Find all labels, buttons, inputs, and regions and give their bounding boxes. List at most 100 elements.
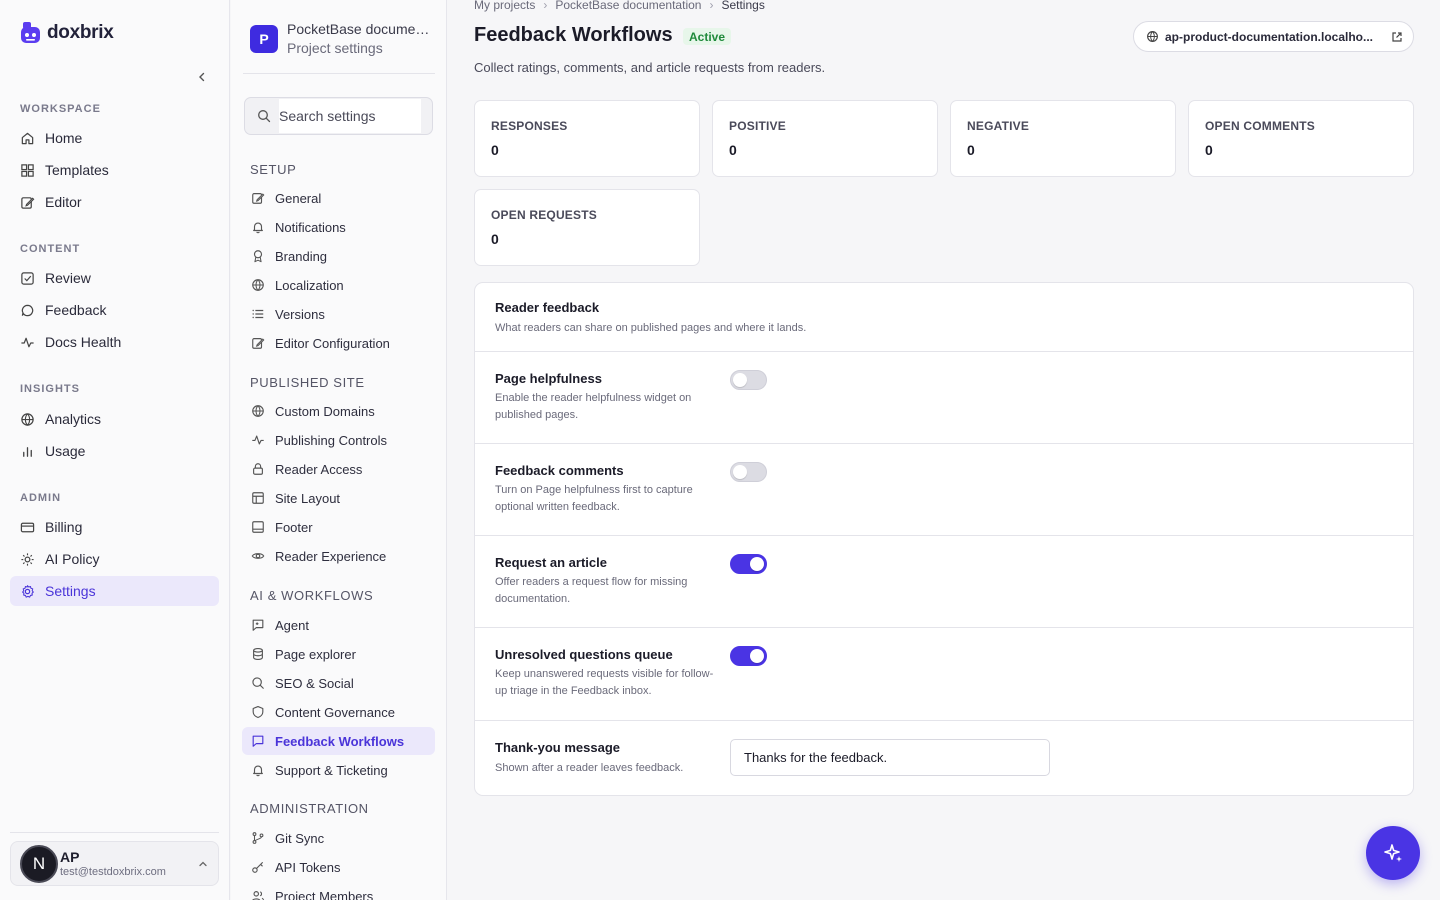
- settings-search-input[interactable]: [279, 99, 421, 133]
- settings-item-api-tokens[interactable]: API Tokens: [242, 853, 435, 881]
- breadcrumb-separator: ›: [709, 0, 714, 12]
- award-icon: [253, 250, 263, 263]
- nav-item-review[interactable]: Review: [10, 263, 219, 293]
- reader-feedback-card: Reader feedback What readers can share o…: [474, 282, 1414, 796]
- main-content: My projects › PocketBase documentation ›…: [448, 0, 1440, 900]
- edit-icon: [252, 193, 265, 204]
- brand[interactable]: doxbrix: [20, 21, 114, 44]
- avatar: N: [20, 845, 58, 883]
- settings-item-label: Publishing Controls: [275, 432, 388, 448]
- nav-section-insights: INSIGHTS: [20, 383, 80, 395]
- settings-item-label: Footer: [275, 519, 313, 535]
- nav-item-billing[interactable]: Billing: [10, 512, 219, 542]
- nav-item-docs-health[interactable]: Docs Health: [10, 327, 219, 357]
- settings-item-label: Feedback Workflows: [275, 733, 405, 749]
- brand-name: doxbrix: [47, 21, 114, 43]
- settings-item-versions[interactable]: Versions: [242, 300, 435, 328]
- gear-icon: [22, 584, 34, 598]
- nav-item-templates[interactable]: Templates: [10, 155, 219, 185]
- setting-description: Offer readers a request flow for missing…: [495, 576, 688, 605]
- toggle-knob: [750, 557, 764, 571]
- nav-item-ai-policy[interactable]: AI Policy: [10, 544, 219, 574]
- settings-item-editor-configuration[interactable]: Editor Configuration: [242, 329, 435, 357]
- stat-label: POSITIVE: [729, 119, 786, 133]
- feedback-comments-toggle[interactable]: [730, 462, 767, 482]
- chevron-up-icon: [199, 861, 207, 867]
- settings-item-custom-domains[interactable]: Custom Domains: [242, 397, 435, 425]
- settings-item-general[interactable]: General: [242, 184, 435, 212]
- nav-item-usage[interactable]: Usage: [10, 436, 219, 466]
- breadcrumb-my-projects[interactable]: My projects: [474, 0, 535, 12]
- bar-chart-icon: [23, 446, 32, 457]
- page-subtitle: Collect ratings, comments, and article r…: [474, 60, 826, 75]
- ai-assistant-button[interactable]: [1366, 826, 1420, 880]
- message-square-icon: [252, 735, 264, 747]
- settings-section-published-site: PUBLISHED SITE: [250, 375, 365, 390]
- setting-title: Unresolved questions queue: [495, 647, 673, 662]
- stat-negative: NEGATIVE 0: [950, 100, 1176, 177]
- nav-item-home[interactable]: Home: [10, 123, 219, 153]
- account-email: test@testdoxbrix.com: [60, 866, 166, 878]
- thank-you-message-input[interactable]: [730, 739, 1050, 776]
- toggle-knob: [733, 465, 747, 479]
- settings-item-seo-social[interactable]: SEO & Social: [242, 669, 435, 697]
- settings-item-label: General: [275, 190, 322, 206]
- settings-item-content-governance[interactable]: Content Governance: [242, 698, 435, 726]
- settings-item-site-layout[interactable]: Site Layout: [242, 484, 435, 512]
- page-title: Feedback Workflows: [474, 24, 673, 46]
- setting-title: Thank-you message: [495, 740, 620, 755]
- database-icon: [253, 648, 263, 660]
- doxbrix-logo-icon: [21, 22, 40, 43]
- stat-label: NEGATIVE: [967, 119, 1030, 133]
- bell-icon: [253, 765, 263, 777]
- request-article-toggle[interactable]: [730, 554, 767, 574]
- settings-item-footer[interactable]: Footer: [242, 513, 435, 541]
- setting-description: Turn on Page helpfulness first to captur…: [495, 484, 693, 513]
- settings-item-label: Reader Access: [275, 461, 363, 477]
- settings-item-label: Branding: [275, 248, 328, 264]
- settings-item-reader-experience[interactable]: Reader Experience: [242, 542, 435, 570]
- settings-item-feedback-workflows[interactable]: Feedback Workflows: [242, 727, 435, 755]
- settings-item-branding[interactable]: Branding: [242, 242, 435, 270]
- breadcrumb-project[interactable]: PocketBase documentation: [555, 0, 701, 12]
- nav-item-analytics[interactable]: Analytics: [10, 404, 219, 434]
- page-helpfulness-toggle[interactable]: [730, 370, 767, 390]
- stat-value: 0: [491, 231, 499, 247]
- settings-item-publishing-controls[interactable]: Publishing Controls: [242, 426, 435, 454]
- settings-item-agent[interactable]: Agent: [242, 611, 435, 639]
- activity-icon: [21, 337, 34, 347]
- home-icon: [21, 132, 34, 144]
- nav-label: Docs Health: [45, 334, 122, 350]
- nav-label: Review: [45, 270, 91, 286]
- settings-item-label: Custom Domains: [275, 403, 375, 419]
- settings-item-git-sync[interactable]: Git Sync: [242, 824, 435, 852]
- stat-label: OPEN COMMENTS: [1205, 119, 1315, 133]
- nav-item-editor[interactable]: Editor: [10, 187, 219, 217]
- nav-label: Editor: [45, 194, 82, 210]
- settings-item-localization[interactable]: Localization: [242, 271, 435, 299]
- settings-item-label: Agent: [275, 617, 309, 633]
- project-name[interactable]: PocketBase documen...: [287, 21, 432, 37]
- nav-item-feedback[interactable]: Feedback: [10, 295, 219, 325]
- toggle-knob: [750, 649, 764, 663]
- message-circle-icon: [21, 304, 34, 316]
- settings-item-label: Editor Configuration: [275, 335, 390, 351]
- collapse-sidebar-button[interactable]: [193, 68, 211, 86]
- settings-item-label: Reader Experience: [275, 548, 387, 564]
- message-square-icon: [252, 619, 264, 631]
- edit-icon: [21, 196, 35, 209]
- settings-item-page-explorer[interactable]: Page explorer: [242, 640, 435, 668]
- stat-open-comments: OPEN COMMENTS 0: [1188, 100, 1414, 177]
- settings-item-project-members[interactable]: Project Members: [242, 882, 435, 900]
- unresolved-queue-toggle[interactable]: [730, 646, 767, 666]
- account-switcher[interactable]: N AP test@testdoxbrix.com: [10, 841, 219, 886]
- settings-section-ai-workflows: AI & WORKFLOWS: [250, 588, 374, 603]
- site-domain-link[interactable]: ap-product-documentation.localho...: [1133, 21, 1414, 52]
- nav-item-settings[interactable]: Settings: [10, 576, 219, 606]
- settings-item-support-ticketing[interactable]: Support & Ticketing: [242, 756, 435, 784]
- settings-item-notifications[interactable]: Notifications: [242, 213, 435, 241]
- settings-item-reader-access[interactable]: Reader Access: [242, 455, 435, 483]
- nav-label: Billing: [45, 519, 83, 535]
- globe-icon: [252, 279, 264, 291]
- chevron-left-icon: [199, 72, 205, 82]
